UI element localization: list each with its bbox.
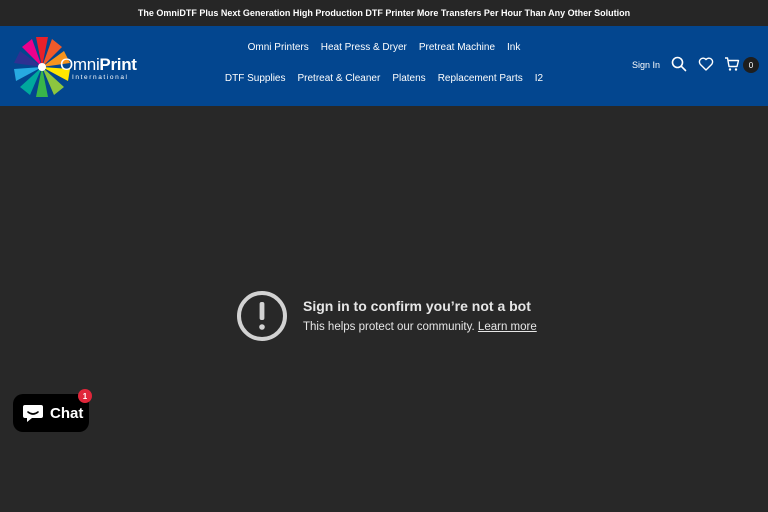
logo-wordmark: OmniPrint <box>60 55 137 75</box>
nav-pretreat-cleaner[interactable]: Pretreat & Cleaner <box>292 73 387 84</box>
notice-message: This helps protect our community. <box>303 321 475 333</box>
nav-replacement-parts[interactable]: Replacement Parts <box>432 73 529 84</box>
learn-more-link[interactable]: Learn more <box>478 321 537 333</box>
logo-word-omni: Omni <box>60 55 100 74</box>
notice-message-line: This helps protect our community. Learn … <box>303 321 537 333</box>
notice-title: Sign in to confirm you’re not a bot <box>303 298 531 314</box>
chat-label: Chat <box>50 404 84 422</box>
nav-omni-printers[interactable]: Omni Printers <box>242 42 315 53</box>
site-header: OmniPrint International Omni Printers He… <box>0 26 768 106</box>
main-nav-row-2: DTF Supplies Pretreat & Cleaner Platens … <box>0 73 768 84</box>
exclamation-circle-icon <box>237 291 287 341</box>
sign-in-link[interactable]: Sign In <box>632 60 660 70</box>
chat-button[interactable]: Chat <box>13 394 89 432</box>
nav-platens[interactable]: Platens <box>386 73 431 84</box>
nav-heat-press-dryer[interactable]: Heat Press & Dryer <box>315 42 413 53</box>
announcement-text: The OmniDTF Plus Next Generation High Pr… <box>137 8 631 18</box>
search-icon[interactable] <box>671 56 687 72</box>
announcement-bar: The OmniDTF Plus Next Generation High Pr… <box>0 0 768 26</box>
heart-icon[interactable] <box>698 56 714 72</box>
chat-notification-badge: 1 <box>78 389 92 403</box>
main-nav-row-1: Omni Printers Heat Press & Dryer Pretrea… <box>0 42 768 53</box>
nav-dtf-supplies[interactable]: DTF Supplies <box>219 73 292 84</box>
cart-icon[interactable] <box>724 56 740 72</box>
nav-ink[interactable]: Ink <box>501 42 526 53</box>
bot-check-notice: Sign in to confirm you’re not a bot This… <box>236 290 556 350</box>
nav-i2[interactable]: I2 <box>529 73 549 84</box>
nav-pretreat-machine[interactable]: Pretreat Machine <box>413 42 501 53</box>
chat-bubble-icon <box>23 405 43 422</box>
logo-word-print: Print <box>99 55 137 74</box>
cart-count-badge: 0 <box>743 57 759 73</box>
